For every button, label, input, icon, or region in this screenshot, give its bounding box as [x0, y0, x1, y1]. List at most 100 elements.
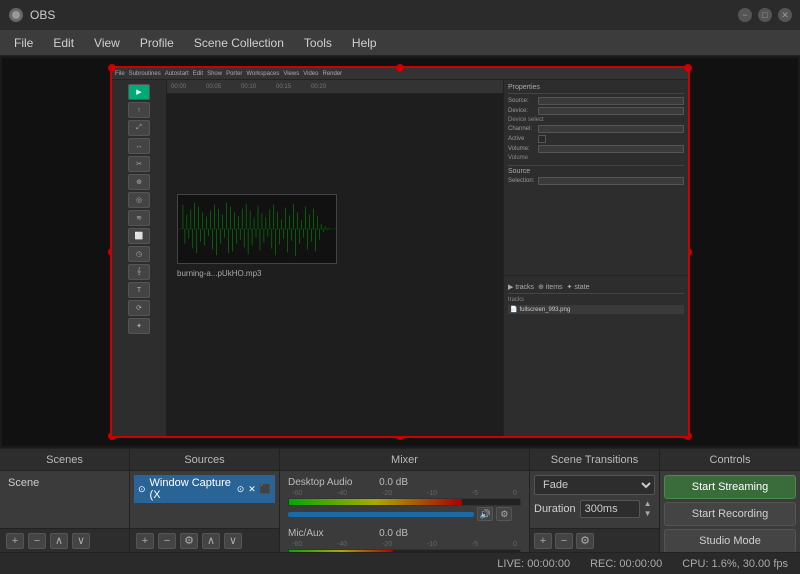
- source-item[interactable]: ⊙ Window Capture (X ⊙ ✕ ⬛: [134, 475, 275, 503]
- desktop-audio-channel: Desktop Audio 0.0 dB: [284, 475, 525, 490]
- scene-add-button[interactable]: +: [6, 533, 24, 549]
- inner-tool-12: T: [128, 282, 150, 298]
- source-up-button[interactable]: ∧: [202, 533, 220, 549]
- desktop-audio-fader[interactable]: [288, 512, 474, 517]
- transitions-panel-footer: + − ⚙: [530, 528, 659, 552]
- waveform-svg: [178, 195, 336, 263]
- transition-add-button[interactable]: +: [534, 533, 552, 549]
- transition-remove-button[interactable]: −: [555, 533, 573, 549]
- transition-settings-button[interactable]: ⚙: [576, 533, 594, 549]
- source-remove-button[interactable]: −: [158, 533, 176, 549]
- source-close-icon: ✕: [248, 484, 256, 495]
- menubar: File Edit View Profile Scene Collection …: [0, 30, 800, 56]
- titlebar-left: OBS: [8, 7, 55, 23]
- scenes-panel: Scenes Scene + − ∧ ∨: [0, 449, 130, 552]
- inner-tool-3: ⤢: [128, 120, 150, 136]
- live-status: LIVE: 00:00:00: [497, 558, 570, 570]
- titlebar-controls: − □ ✕: [738, 8, 792, 22]
- duration-down-arrow[interactable]: ▼: [644, 509, 652, 518]
- titlebar: OBS − □ ✕: [0, 0, 800, 30]
- transition-duration-row: Duration ▲ ▼: [534, 499, 655, 518]
- desktop-audio-mute[interactable]: 🔊: [477, 507, 493, 521]
- inner-menu-porter: Porter: [226, 71, 242, 77]
- inner-tool-9: ⬜: [128, 228, 150, 244]
- minimize-button[interactable]: −: [738, 8, 752, 22]
- mic-aux-label: Mic/Aux: [288, 528, 368, 539]
- preview-canvas: File Subroutines Autostart Edit Show Por…: [2, 58, 798, 446]
- handle-top-mid[interactable]: [396, 64, 404, 72]
- start-streaming-button[interactable]: Start Streaming: [664, 475, 796, 499]
- window-title: OBS: [30, 8, 55, 22]
- inner-toolbar: ▶ ↑ ⤢ ↔ ✂ ⊕ ◎ ≋ ⬜ ◷ 𝄞 T ⟳ ✦: [112, 80, 167, 436]
- inner-tool-6: ⊕: [128, 174, 150, 190]
- scene-down-button[interactable]: ∨: [72, 533, 90, 549]
- source-type-icon: ⬛: [260, 484, 271, 495]
- desktop-audio-meter: [288, 498, 521, 506]
- preview-area: File Subroutines Autostart Edit Show Por…: [0, 56, 800, 448]
- inner-right-panel: Properties Source: Device: Device select…: [503, 80, 688, 436]
- inner-tool-8: ≋: [128, 210, 150, 226]
- transitions-panel-header: Scene Transitions: [530, 449, 659, 471]
- inner-sources-panel: ▶ tracks⊕ items✦ state tracks 📄 fullscre…: [504, 279, 688, 436]
- scene-item[interactable]: Scene: [4, 475, 125, 491]
- inner-obs-content: ▶ ↑ ⤢ ↔ ✂ ⊕ ◎ ≋ ⬜ ◷ 𝄞 T ⟳ ✦: [112, 80, 688, 436]
- inner-menu-render: Render: [322, 71, 342, 77]
- source-visibility-icon: ⊙: [138, 484, 146, 495]
- mixer-panel-content: Desktop Audio 0.0 dB -60-40-20-10-50 🔊 ⚙…: [280, 471, 529, 552]
- desktop-audio-label: Desktop Audio: [288, 477, 368, 488]
- source-add-button[interactable]: +: [136, 533, 154, 549]
- handle-top-left[interactable]: [108, 64, 116, 72]
- duration-input[interactable]: [580, 500, 640, 518]
- controls-panel-content: Start Streaming Start Recording Studio M…: [660, 471, 800, 552]
- inner-tool-7: ◎: [128, 192, 150, 208]
- mic-aux-level: [289, 550, 393, 552]
- rec-status: REC: 00:00:00: [590, 558, 662, 570]
- inner-tool-5: ✂: [128, 156, 150, 172]
- inner-tool-2: ↑: [128, 102, 150, 118]
- handle-top-right[interactable]: [684, 64, 692, 72]
- sources-panel-content: ⊙ Window Capture (X ⊙ ✕ ⬛: [130, 471, 279, 528]
- transition-type-select[interactable]: Fade Cut Swipe Slide: [534, 475, 655, 495]
- source-down-button[interactable]: ∨: [224, 533, 242, 549]
- inner-menu-workspaces: Workspaces: [246, 71, 279, 77]
- audio-filename: burning-a...pUkHO.mp3: [177, 269, 261, 278]
- inner-tool-4: ↔: [128, 138, 150, 154]
- meter-ticks-mic: -60-40-20-10-50: [288, 541, 521, 548]
- inner-tool-11: 𝄞: [128, 264, 150, 280]
- mixer-panel: Mixer Desktop Audio 0.0 dB -60-40-20-10-…: [280, 449, 530, 552]
- app-icon: [8, 7, 24, 23]
- inner-menu-views: Views: [283, 71, 299, 77]
- menu-tools[interactable]: Tools: [294, 33, 342, 53]
- inner-menu-edit: Edit: [193, 71, 203, 77]
- mic-aux-db: 0.0 dB: [372, 528, 408, 539]
- desktop-audio-controls: 🔊 ⚙: [284, 506, 525, 522]
- source-lock-icon: ⊙: [237, 484, 245, 495]
- menu-file[interactable]: File: [4, 33, 43, 53]
- source-label: Window Capture (X: [150, 477, 233, 501]
- sources-panel-header: Sources: [130, 449, 279, 471]
- scenes-panel-header: Scenes: [0, 449, 129, 471]
- scene-remove-button[interactable]: −: [28, 533, 46, 549]
- close-button[interactable]: ✕: [778, 8, 792, 22]
- studio-mode-button[interactable]: Studio Mode: [664, 529, 796, 552]
- desktop-audio-options[interactable]: ⚙: [496, 507, 512, 521]
- menu-scene-collection[interactable]: Scene Collection: [184, 33, 294, 53]
- duration-label: Duration: [534, 503, 576, 515]
- menu-help[interactable]: Help: [342, 33, 387, 53]
- meter-ticks-desktop: -60-40-20-10-50: [288, 490, 521, 497]
- maximize-button[interactable]: □: [758, 8, 772, 22]
- mixer-panel-header: Mixer: [280, 449, 529, 471]
- inner-menu-sub: Subroutines: [129, 71, 161, 77]
- waveform-display: [177, 194, 337, 264]
- cpu-status: CPU: 1.6%, 30.00 fps: [682, 558, 788, 570]
- start-recording-button[interactable]: Start Recording: [664, 502, 796, 526]
- duration-up-arrow[interactable]: ▲: [644, 499, 652, 508]
- source-settings-button[interactable]: ⚙: [180, 533, 198, 549]
- mic-aux-channel: Mic/Aux 0.0 dB: [284, 526, 525, 541]
- menu-edit[interactable]: Edit: [43, 33, 84, 53]
- scene-up-button[interactable]: ∧: [50, 533, 68, 549]
- menu-view[interactable]: View: [84, 33, 130, 53]
- inner-menu-show: Show: [207, 71, 222, 77]
- inner-menu-autostart: Autostart: [165, 71, 189, 77]
- menu-profile[interactable]: Profile: [130, 33, 184, 53]
